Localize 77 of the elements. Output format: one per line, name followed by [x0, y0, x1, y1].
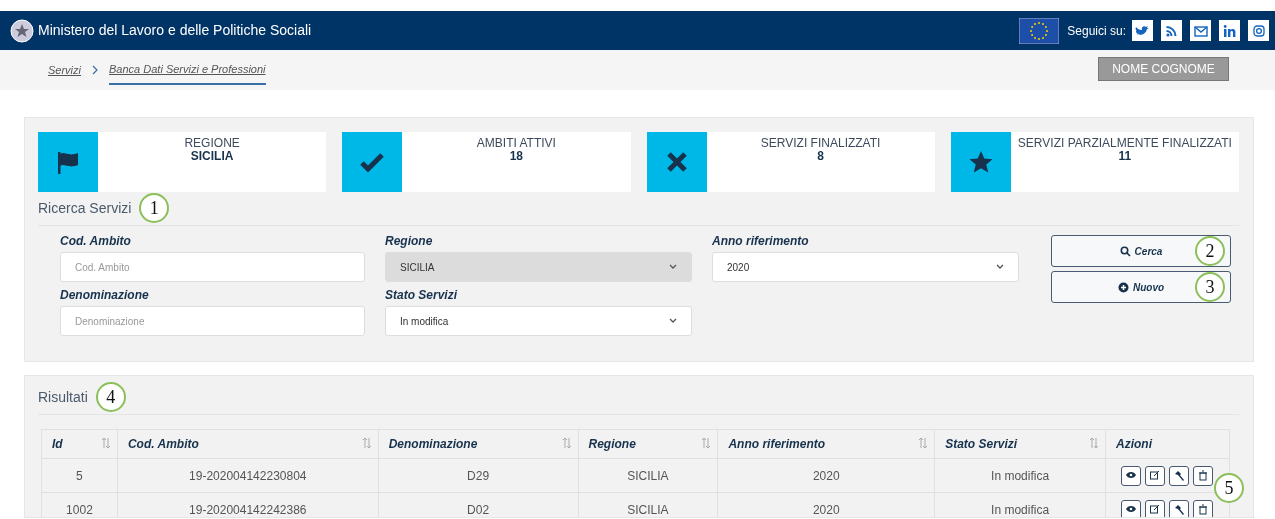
emblem-icon	[10, 18, 34, 43]
chevron-right-icon	[91, 65, 99, 75]
hammer-icon	[1173, 470, 1186, 481]
plus-circle-icon	[1117, 281, 1129, 293]
eye-button[interactable]	[1121, 465, 1142, 486]
select-field[interactable]: 2020	[712, 252, 1019, 282]
linkedin-link[interactable]	[1219, 20, 1240, 41]
table-cell: 1002	[41, 492, 118, 517]
callout-number: 4	[95, 382, 126, 412]
rss-link[interactable]	[1161, 20, 1182, 41]
sort-icon	[561, 437, 572, 450]
twitter-link[interactable]	[1132, 20, 1153, 41]
chevron-down-icon	[996, 264, 1004, 270]
column-header[interactable]: Denominazione	[378, 429, 578, 459]
text-field[interactable]: Denominazione	[60, 306, 365, 336]
section-title: Risultati	[38, 387, 88, 407]
mail-link[interactable]	[1190, 20, 1211, 41]
column-header: Azioni	[1105, 429, 1230, 459]
sort-icon	[100, 437, 111, 450]
stat-value: 8	[816, 150, 825, 164]
edit-icon	[1149, 470, 1162, 481]
select-field[interactable]: In modifica	[385, 306, 692, 336]
breadcrumb-link[interactable]: Servizi	[48, 55, 81, 85]
table-cell: SICILIA	[578, 458, 718, 493]
sort-icon	[918, 437, 929, 450]
field-label: Denominazione	[60, 287, 150, 304]
eye-icon	[1125, 470, 1138, 481]
star-icon	[967, 149, 994, 175]
column-header[interactable]: Anno riferimento	[717, 429, 935, 459]
table-cell: 5	[41, 458, 118, 493]
column-header[interactable]: Id	[41, 429, 118, 459]
callout-number: 5	[1214, 473, 1244, 503]
stat-value: 18	[508, 150, 525, 164]
stat-label: SERVIZI FINALIZZATI	[759, 137, 882, 151]
trash-button[interactable]	[1193, 465, 1214, 486]
search-icon	[1119, 245, 1131, 257]
edit-button[interactable]	[1145, 465, 1166, 486]
eu-flag-icon	[1019, 17, 1060, 44]
eye-button[interactable]	[1121, 499, 1142, 517]
breadcrumb-link[interactable]: Banca Dati Servizi e Professioni	[109, 54, 266, 86]
hammer-button[interactable]	[1169, 465, 1190, 486]
hammer-icon	[1173, 504, 1186, 515]
trash-icon	[1197, 470, 1210, 481]
section-title: Ricerca Servizi	[38, 198, 132, 218]
chevron-down-icon	[669, 264, 677, 270]
field-label: Cod. Ambito	[60, 233, 132, 250]
column-header[interactable]: Stato Servizi	[934, 429, 1106, 459]
edit-button[interactable]	[1145, 499, 1166, 517]
stat-label: REGIONE	[183, 137, 241, 151]
chevron-down-icon	[669, 318, 677, 324]
field-label: Anno riferimento	[712, 233, 810, 250]
sort-icon	[361, 437, 372, 450]
table-cell: In modifica	[934, 458, 1106, 493]
edit-icon	[1149, 504, 1162, 515]
callout-number: 1	[139, 193, 170, 223]
column-header[interactable]: Regione	[578, 429, 718, 459]
stat-value: SICILIA	[189, 150, 235, 164]
column-header[interactable]: Cod. Ambito	[117, 429, 379, 459]
sort-icon	[1089, 437, 1099, 450]
stat-label: SERVIZI PARZIALMENTE FINALIZZATI	[1016, 137, 1233, 151]
text-field[interactable]: Cod. Ambito	[60, 252, 365, 282]
table-cell: D29	[378, 458, 578, 493]
stat-label: AMBITI ATTIVI	[475, 137, 557, 151]
hammer-button[interactable]	[1169, 499, 1190, 517]
follow-label: Seguici su:	[1067, 22, 1126, 40]
stat-value: 11	[1117, 150, 1133, 164]
sort-icon	[701, 437, 712, 450]
trash-button[interactable]	[1193, 499, 1214, 517]
field-label: Stato Servizi	[385, 287, 459, 304]
trash-icon	[1197, 504, 1210, 515]
eye-icon	[1125, 504, 1138, 515]
flag-icon	[55, 149, 81, 175]
table-cell: 2020	[717, 458, 935, 493]
field-label: Regione	[385, 233, 434, 250]
instagram-link[interactable]	[1248, 20, 1269, 41]
table-cell: 19-202004142230804	[117, 458, 379, 493]
site-title: Ministero del Lavoro e delle Politiche Sociali	[38, 21, 312, 40]
